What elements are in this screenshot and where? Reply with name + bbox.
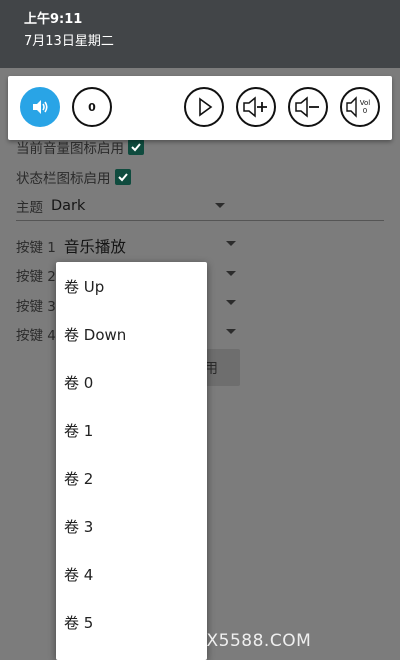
theme-value[interactable]: Dark xyxy=(51,198,85,214)
dropdown-option-volume-1[interactable]: 卷 1 xyxy=(56,406,207,454)
volume-counter-value: 0 xyxy=(88,100,96,114)
theme-row[interactable]: 主题 Dark xyxy=(16,196,85,216)
key4-label: 按键 4 xyxy=(16,328,56,344)
current-volume-icon-checkbox[interactable] xyxy=(128,139,144,155)
key4-row[interactable]: 按键 4 xyxy=(16,324,56,344)
speaker-icon xyxy=(33,100,48,114)
dropdown-option-volume-4[interactable]: 卷 4 xyxy=(56,550,207,598)
vol-label: Vol xyxy=(360,99,371,107)
status-bar-icon-checkbox[interactable] xyxy=(114,169,131,185)
theme-divider xyxy=(16,220,384,221)
volume-speaker-button[interactable] xyxy=(20,87,60,127)
dropdown-option-volume-down[interactable]: 卷 Down xyxy=(56,310,207,358)
key2-label: 按键 2 xyxy=(16,269,56,285)
volume-counter-button[interactable]: 0 xyxy=(72,87,112,127)
key-action-dropdown: 卷 Up 卷 Down 卷 0 卷 1 卷 2 卷 3 卷 4 卷 5 xyxy=(56,262,207,660)
notification-header: 上午9:11 7月13日星期二 xyxy=(0,0,400,68)
volume-toolbar: 0 Vol 0 xyxy=(8,76,392,140)
current-volume-icon-label: 当前音量图标启用 xyxy=(16,141,124,157)
key3-label: 按键 3 xyxy=(16,299,56,315)
key1-dropdown-caret-icon[interactable] xyxy=(226,241,236,246)
status-date: 7月13日星期二 xyxy=(24,34,114,49)
status-time: 上午9:11 xyxy=(24,12,83,27)
status-bar-icon-row[interactable]: 状态栏图标启用 xyxy=(16,167,131,187)
dropdown-option-volume-2[interactable]: 卷 2 xyxy=(56,454,207,502)
status-bar-icon-label: 状态栏图标启用 xyxy=(16,171,111,187)
current-volume-icon-row[interactable]: 当前音量图标启用 xyxy=(16,137,144,157)
volume-up-icon xyxy=(243,96,267,118)
volume-zero-icon: Vol 0 xyxy=(346,96,371,118)
key1-label: 按键 1 xyxy=(16,240,56,256)
theme-label: 主题 xyxy=(16,200,43,216)
volume-up-button[interactable] xyxy=(236,87,276,127)
key4-dropdown-caret-icon[interactable] xyxy=(226,329,236,334)
vol-value: 0 xyxy=(363,107,367,115)
check-icon xyxy=(117,173,128,182)
dropdown-option-volume-0[interactable]: 卷 0 xyxy=(56,358,207,406)
play-icon xyxy=(199,97,213,117)
theme-dropdown-caret-icon[interactable] xyxy=(215,203,225,208)
watermark-text: 手游5588 • MX5588.COM xyxy=(88,631,312,651)
volume-down-button[interactable] xyxy=(288,87,328,127)
key3-row[interactable]: 按键 3 xyxy=(16,295,56,315)
dropdown-option-volume-up[interactable]: 卷 Up xyxy=(56,262,207,310)
key3-dropdown-caret-icon[interactable] xyxy=(226,300,236,305)
volume-down-icon xyxy=(295,96,319,118)
dropdown-option-volume-3[interactable]: 卷 3 xyxy=(56,502,207,550)
volume-zero-button[interactable]: Vol 0 xyxy=(340,87,380,127)
key2-dropdown-caret-icon[interactable] xyxy=(226,271,236,276)
key2-row[interactable]: 按键 2 xyxy=(16,265,56,285)
key1-row[interactable]: 按键 1 音乐播放 xyxy=(16,235,126,257)
check-icon xyxy=(131,143,141,152)
key1-value[interactable]: 音乐播放 xyxy=(64,235,126,257)
play-button[interactable] xyxy=(184,87,224,127)
